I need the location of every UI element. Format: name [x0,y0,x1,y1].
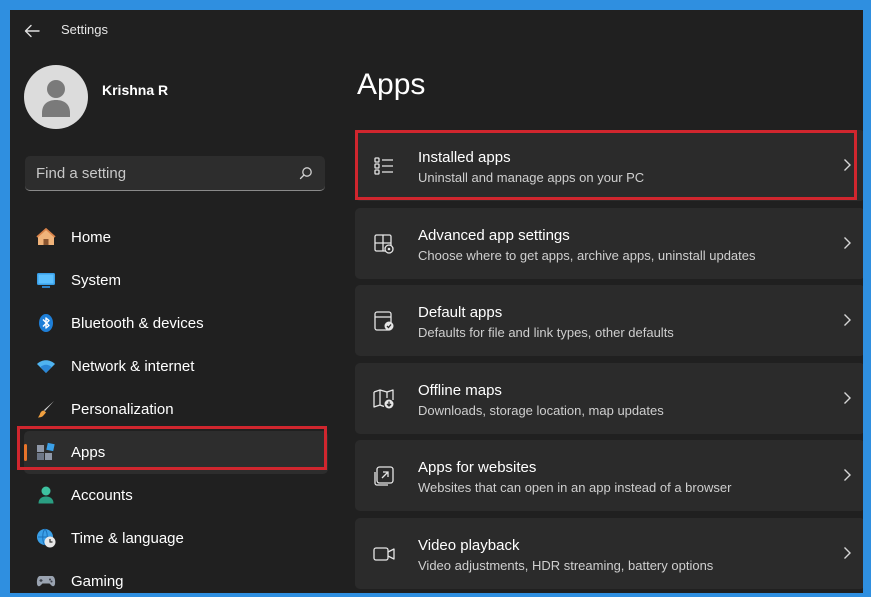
card-subtitle: Downloads, storage location, map updates [418,402,664,418]
sidebar-item-personalization[interactable]: Personalization [24,388,328,431]
sidebar-item-label: Network & internet [71,358,195,375]
card-subtitle: Defaults for file and link types, other … [418,325,674,340]
home-icon [36,227,56,247]
window-title: Settings [61,22,108,37]
card-apps-for-websites[interactable]: Apps for websites Websites that can open… [355,440,863,511]
system-icon [36,270,56,290]
sidebar-item-label: Accounts [71,487,133,504]
title-bar: Settings [10,10,863,50]
map-download-icon [373,388,394,408]
sidebar-item-label: System [71,272,122,289]
open-in-app-icon [374,466,394,486]
back-arrow-icon [24,24,40,38]
card-title: Apps for websites [418,459,537,476]
card-title: Offline maps [418,381,502,399]
bluetooth-icon [36,313,56,333]
search-placeholder: Find a setting [36,165,127,182]
search-input[interactable]: Find a setting [25,156,325,191]
back-button[interactable] [18,18,46,44]
sidebar-item-home[interactable]: Home [24,216,328,259]
card-advanced-app-settings[interactable]: Advanced app settings Choose where to ge… [355,207,863,279]
page-title: Apps [357,68,426,101]
sidebar-item-gaming[interactable]: Gaming [24,560,328,593]
avatar [24,65,88,129]
card-default-apps[interactable]: Default apps Defaults for file and link … [355,285,863,356]
sidebar-item-time-language[interactable]: Time & language [24,517,328,560]
sidebar-item-label: Home [71,229,112,246]
user-silhouette-icon [42,80,70,117]
installed-apps-highlight-box [355,130,857,200]
gamepad-icon [36,571,56,591]
card-video-playback[interactable]: Video playback Video adjustments, HDR st… [355,517,863,589]
brush-icon [36,399,56,419]
sidebar-item-label: Gaming [71,573,124,590]
chevron-right-icon [844,314,851,326]
app-settings-icon [374,233,394,254]
chevron-right-icon [844,546,851,559]
chevron-right-icon [844,391,851,404]
profile-name: Krishna R [102,82,169,98]
settings-window: Settings Krishna R Find a setting Home S… [10,10,863,593]
video-icon [373,546,395,561]
accounts-icon [36,485,56,505]
wifi-icon [36,356,56,376]
apps-highlight-box [17,426,327,470]
card-title: Video playback [418,536,520,554]
user-profile[interactable]: Krishna R [24,62,324,132]
search-icon [299,167,312,180]
sidebar-item-accounts[interactable]: Accounts [24,474,328,517]
sidebar-nav: Home System Bluetooth & devices Network … [24,216,328,593]
default-apps-icon [374,311,394,331]
chevron-right-icon [844,469,851,481]
card-offline-maps[interactable]: Offline maps Downloads, storage location… [355,362,863,434]
sidebar-item-network[interactable]: Network & internet [24,345,328,388]
card-subtitle: Choose where to get apps, archive apps, … [418,247,756,263]
card-title: Advanced app settings [418,226,570,244]
sidebar-item-label: Personalization [71,401,174,418]
globe-clock-icon [36,528,56,548]
card-subtitle: Video adjustments, HDR streaming, batter… [418,557,714,573]
card-subtitle: Websites that can open in an app instead… [418,480,732,495]
card-title: Default apps [418,304,503,321]
sidebar-item-label: Time & language [71,530,184,547]
sidebar-item-system[interactable]: System [24,259,328,302]
sidebar-item-label: Bluetooth & devices [71,315,204,332]
chevron-right-icon [844,236,851,249]
sidebar-item-bluetooth[interactable]: Bluetooth & devices [24,302,328,345]
